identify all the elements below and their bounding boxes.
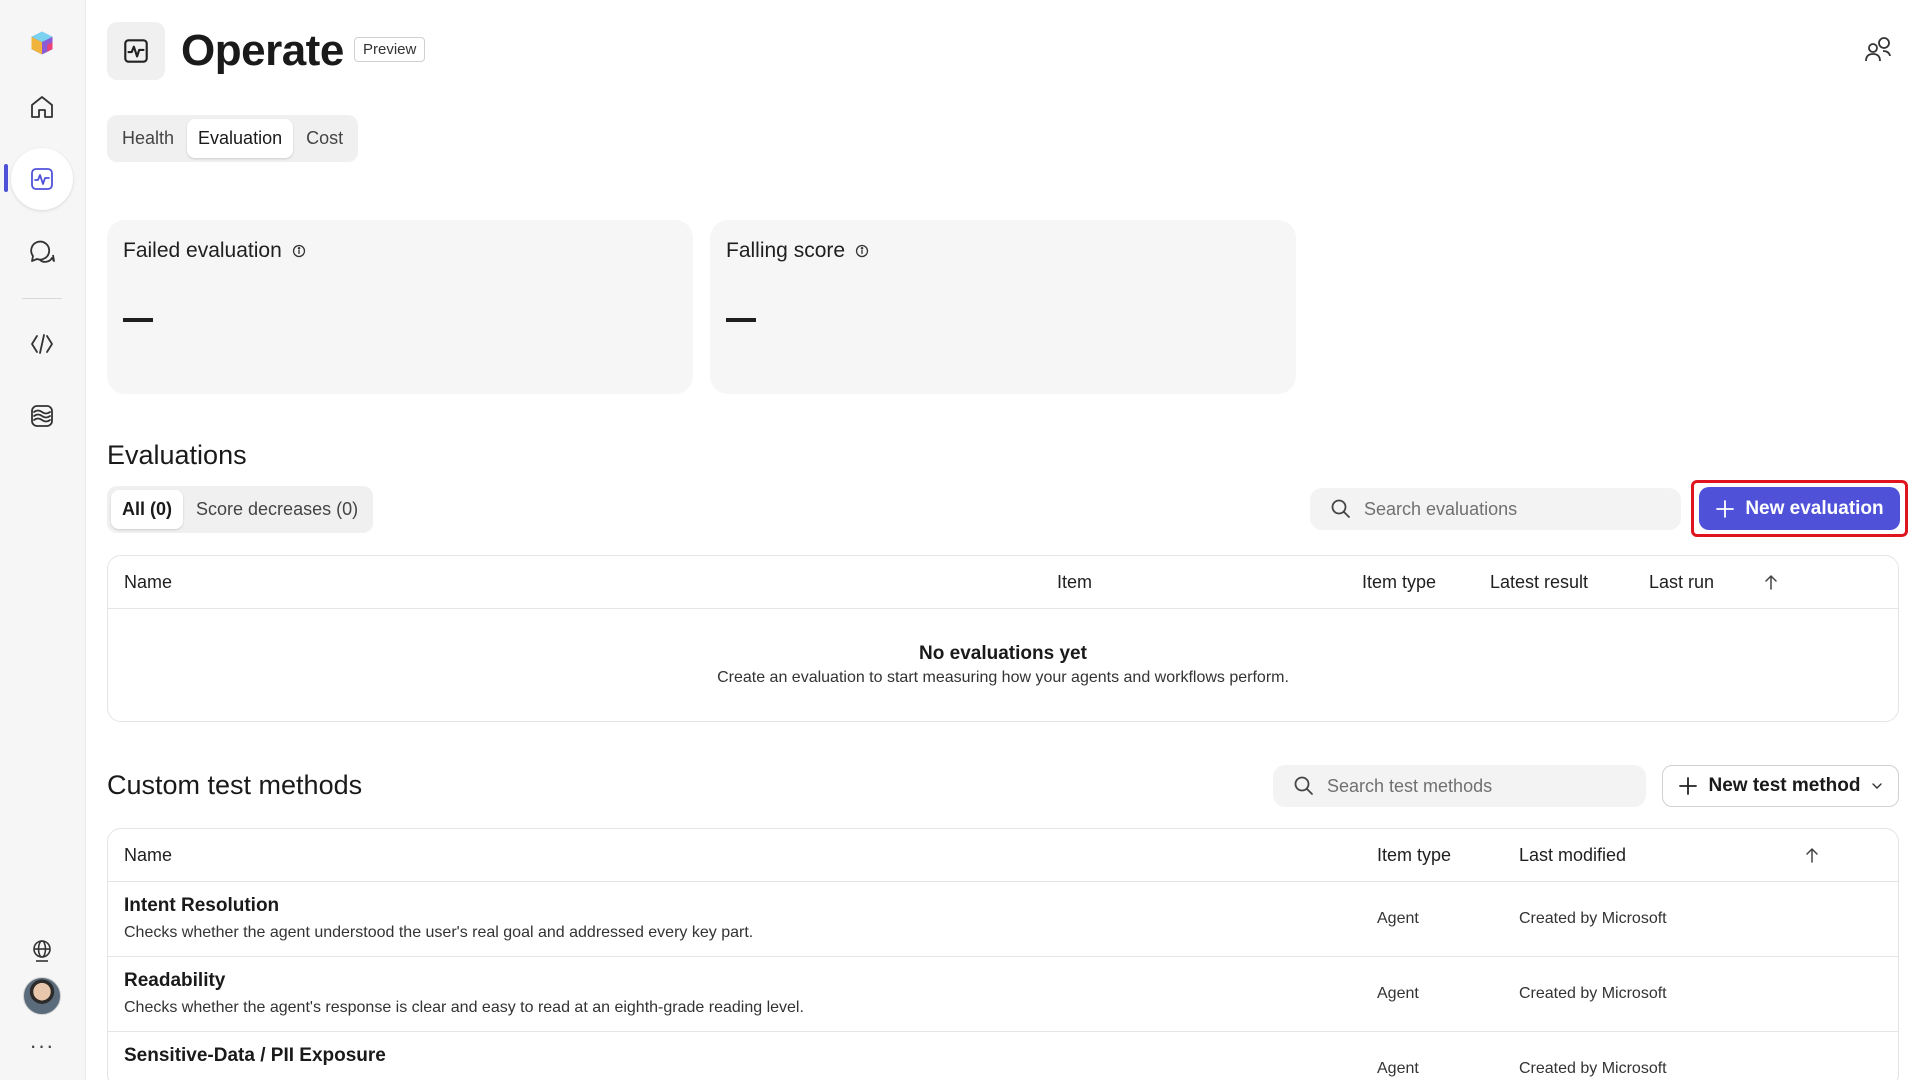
- chat-icon[interactable]: [11, 220, 73, 282]
- arrow-up-icon[interactable]: [1762, 572, 1780, 592]
- col-last-run[interactable]: Last run: [1649, 572, 1714, 593]
- failed-evaluation-value: [123, 318, 153, 322]
- col-item[interactable]: Item: [1057, 572, 1092, 593]
- table-header: Name Item type Last modified: [108, 829, 1898, 882]
- falling-score-label: Falling score: [726, 239, 846, 262]
- row-last-modified: Created by Microsoft: [1519, 985, 1667, 1002]
- row-name[interactable]: Sensitive-Data / PII Exposure: [124, 1045, 386, 1067]
- failed-evaluation-card: Failed evaluation: [107, 220, 693, 394]
- col-last-modified[interactable]: Last modified: [1519, 845, 1626, 866]
- filter-all[interactable]: All (0): [111, 490, 184, 529]
- new-test-method-button[interactable]: New test method: [1662, 765, 1899, 807]
- table-row[interactable]: Sensitive-Data / PII Exposure Agent Crea…: [108, 1032, 1898, 1080]
- table-header: Name Item Item type Latest result Last r…: [108, 556, 1898, 609]
- empty-state: No evaluations yet Create an evaluation …: [108, 609, 1898, 721]
- operate-tabs: Health Evaluation Cost: [107, 115, 359, 162]
- row-description: Checks whether the agent understood the …: [124, 924, 754, 941]
- row-item-type: Agent: [1377, 1060, 1419, 1077]
- active-indicator: [4, 164, 8, 192]
- new-evaluation-label: New evaluation: [1745, 497, 1884, 519]
- plus-icon: [1716, 499, 1735, 518]
- new-test-method-label: New test method: [1708, 775, 1861, 796]
- info-icon[interactable]: [855, 244, 869, 258]
- table-row[interactable]: Readability Checks whether the agent's r…: [108, 957, 1898, 1032]
- plus-icon: [1679, 777, 1698, 795]
- empty-description: Create an evaluation to start measuring …: [717, 669, 1289, 686]
- col-latest-result[interactable]: Latest result: [1490, 572, 1588, 593]
- info-icon[interactable]: [292, 244, 306, 258]
- more-icon[interactable]: ···: [24, 1035, 60, 1060]
- tab-health[interactable]: Health: [111, 119, 185, 158]
- row-item-type: Agent: [1377, 910, 1419, 927]
- page-icon: [107, 22, 165, 80]
- filter-score-decreases[interactable]: Score decreases (0): [185, 490, 369, 529]
- search-icon: [1331, 499, 1350, 518]
- empty-title: No evaluations yet: [919, 643, 1087, 664]
- app-logo-icon[interactable]: [11, 12, 73, 74]
- home-icon[interactable]: [11, 76, 73, 138]
- waves-icon[interactable]: [11, 385, 73, 447]
- evaluations-table: Name Item Item type Latest result Last r…: [107, 555, 1899, 722]
- col-name[interactable]: Name: [124, 572, 172, 593]
- search-evaluations[interactable]: [1310, 488, 1681, 530]
- tab-evaluation[interactable]: Evaluation: [187, 119, 294, 158]
- row-name[interactable]: Readability: [124, 970, 225, 992]
- row-last-modified: Created by Microsoft: [1519, 1060, 1667, 1077]
- monitor-icon[interactable]: [11, 148, 73, 210]
- left-rail: ···: [0, 0, 86, 1080]
- falling-score-card: Falling score: [710, 220, 1296, 394]
- table-row[interactable]: Intent Resolution Checks whether the age…: [108, 882, 1898, 957]
- preview-badge: Preview: [354, 37, 426, 62]
- people-icon[interactable]: [1862, 34, 1894, 66]
- app-root: ··· Operate Preview Health Evaluation Co…: [0, 0, 1920, 1080]
- rail-divider: [22, 298, 62, 299]
- search-test-methods-input[interactable]: [1327, 775, 1646, 797]
- code-icon[interactable]: [11, 313, 73, 375]
- avatar[interactable]: [23, 977, 61, 1015]
- globe-icon[interactable]: [11, 920, 73, 982]
- new-evaluation-button[interactable]: New evaluation: [1699, 487, 1900, 530]
- col-item-type[interactable]: Item type: [1377, 845, 1451, 866]
- row-item-type: Agent: [1377, 985, 1419, 1002]
- search-icon: [1294, 776, 1313, 795]
- evaluations-title: Evaluations: [107, 440, 247, 470]
- tab-cost[interactable]: Cost: [295, 119, 354, 158]
- row-description: Checks whether the agent's response is c…: [124, 999, 804, 1016]
- page-title: Operate: [181, 26, 344, 75]
- row-name[interactable]: Intent Resolution: [124, 895, 279, 917]
- search-test-methods[interactable]: [1273, 765, 1646, 807]
- evaluation-filters: All (0) Score decreases (0): [107, 486, 374, 533]
- failed-evaluation-label: Failed evaluation: [123, 239, 282, 262]
- col-name[interactable]: Name: [124, 845, 172, 866]
- custom-test-methods-title: Custom test methods: [107, 770, 363, 800]
- row-last-modified: Created by Microsoft: [1519, 910, 1667, 927]
- falling-score-value: [726, 318, 756, 322]
- chevron-down-icon: [1871, 783, 1882, 789]
- arrow-up-icon[interactable]: [1803, 845, 1821, 865]
- search-evaluations-input[interactable]: [1364, 498, 1681, 520]
- col-item-type[interactable]: Item type: [1362, 572, 1436, 593]
- test-methods-table: Name Item type Last modified Intent Reso…: [107, 828, 1899, 1080]
